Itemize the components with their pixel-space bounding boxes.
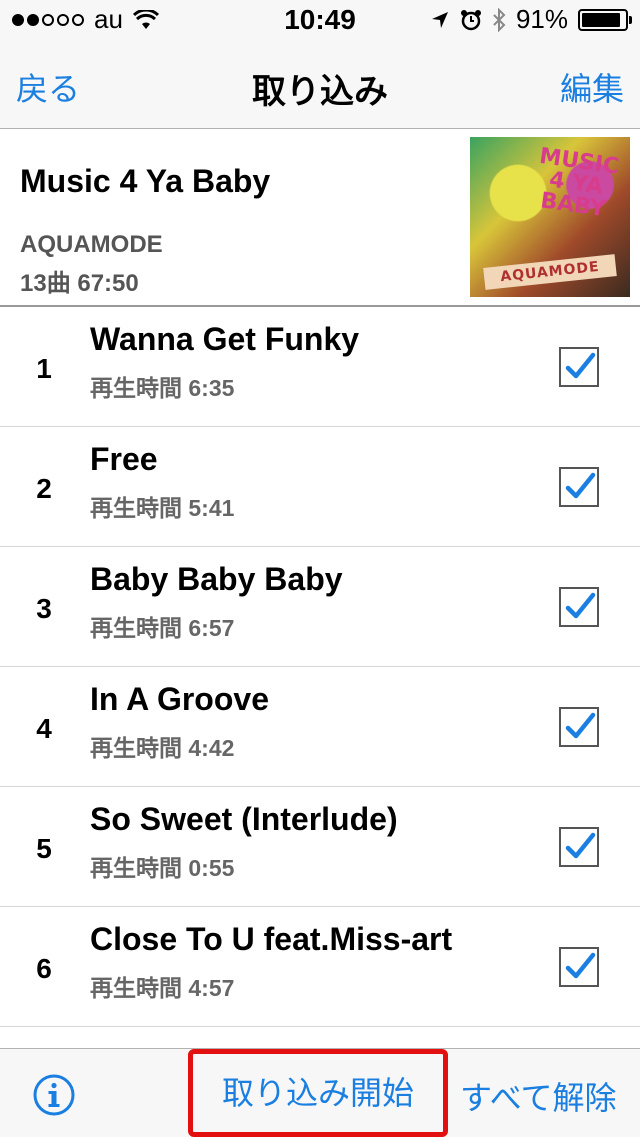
album-title: Music 4 Ya Baby bbox=[20, 163, 271, 199]
track-title: Wanna Get Funky bbox=[90, 321, 360, 357]
checkmark-icon bbox=[565, 712, 596, 739]
bottom-toolbar: 取り込み開始 すべて解除 bbox=[0, 1048, 640, 1137]
track-number: 5 bbox=[36, 833, 52, 864]
page-title: 取り込み bbox=[252, 73, 388, 111]
album-header: Music 4 Ya Baby AQUAMODE 13曲 67:50 MUSIC… bbox=[0, 129, 640, 307]
album-artist: AQUAMODE bbox=[20, 231, 163, 258]
checkmark-icon bbox=[565, 352, 596, 379]
track-duration: 再生時間 5:41 bbox=[90, 495, 235, 521]
track-row[interactable]: 2 Free 再生時間 5:41 bbox=[0, 427, 640, 547]
track-row[interactable]: 3 Baby Baby Baby 再生時間 6:57 bbox=[0, 547, 640, 667]
track-checkbox[interactable] bbox=[559, 467, 599, 507]
track-checkbox[interactable] bbox=[559, 947, 599, 987]
edit-button[interactable]: 編集 bbox=[560, 64, 624, 110]
track-list: 1 Wanna Get Funky 再生時間 6:35 2 Free 再生時間 … bbox=[0, 307, 640, 1048]
battery-icon bbox=[578, 8, 632, 31]
location-arrow-icon bbox=[431, 11, 448, 28]
checkmark-icon bbox=[565, 592, 596, 619]
track-duration: 再生時間 0:55 bbox=[90, 855, 235, 881]
track-duration: 再生時間 6:57 bbox=[90, 615, 235, 641]
track-title: Baby Baby Baby bbox=[90, 561, 343, 597]
track-duration: 再生時間 4:42 bbox=[90, 735, 235, 761]
track-number: 6 bbox=[36, 953, 52, 984]
track-checkbox[interactable] bbox=[559, 347, 599, 387]
track-title: Close To U feat.Miss-art bbox=[90, 921, 453, 957]
track-number: 3 bbox=[36, 593, 52, 624]
alarm-clock-icon bbox=[460, 9, 481, 30]
album-cover-art: MUSIC 4 YA BABY AQUAMODE bbox=[470, 137, 630, 297]
battery-fill bbox=[582, 12, 621, 27]
checkmark-icon bbox=[565, 952, 596, 979]
track-checkbox[interactable] bbox=[559, 827, 599, 867]
track-number: 2 bbox=[36, 473, 52, 504]
track-number: 1 bbox=[36, 353, 52, 384]
status-right: 91% bbox=[430, 4, 632, 35]
checkmark-icon bbox=[565, 832, 596, 859]
info-icon[interactable] bbox=[32, 1073, 76, 1117]
track-checkbox[interactable] bbox=[559, 707, 599, 747]
track-row[interactable]: 4 In A Groove 再生時間 4:42 bbox=[0, 667, 640, 787]
album-meta: 13曲 67:50 bbox=[20, 270, 139, 297]
bluetooth-icon bbox=[493, 7, 506, 32]
track-number: 4 bbox=[36, 713, 52, 744]
start-import-button[interactable]: 取り込み開始 bbox=[188, 1049, 448, 1137]
cover-band-text: AQUAMODE bbox=[483, 254, 617, 290]
track-row[interactable]: 5 So Sweet (Interlude) 再生時間 0:55 bbox=[0, 787, 640, 907]
deselect-all-button[interactable]: すべて解除 bbox=[460, 1073, 616, 1119]
status-bar: au 10:49 91% bbox=[0, 0, 640, 40]
track-title: In A Groove bbox=[90, 681, 269, 717]
track-checkbox[interactable] bbox=[559, 587, 599, 627]
track-title: So Sweet (Interlude) bbox=[90, 801, 398, 837]
track-duration: 再生時間 4:57 bbox=[90, 975, 235, 1001]
track-title: Free bbox=[90, 441, 158, 477]
battery-percent: 91% bbox=[515, 4, 568, 34]
checkmark-icon bbox=[565, 472, 596, 499]
navigation-bar: 戻る 取り込み 編集 bbox=[0, 40, 640, 129]
track-row[interactable]: 6 Close To U feat.Miss-art 再生時間 4:57 bbox=[0, 907, 640, 1027]
track-duration: 再生時間 6:35 bbox=[90, 375, 235, 401]
cover-title-text: MUSIC 4 YA BABY bbox=[537, 143, 621, 223]
track-row[interactable]: 1 Wanna Get Funky 再生時間 6:35 bbox=[0, 307, 640, 427]
